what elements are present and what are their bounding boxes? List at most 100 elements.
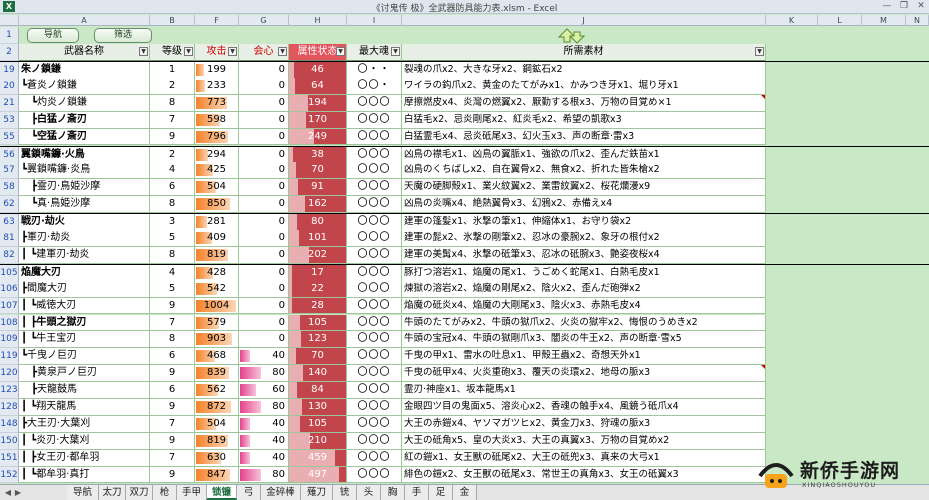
column-header-l[interactable]: L: [818, 15, 862, 26]
weapon-name-cell[interactable]: ┣天龍鼓馬: [19, 382, 150, 399]
weapon-name-cell[interactable]: ┗空猛ノ斎刃: [19, 128, 150, 146]
critical-cell[interactable]: 0: [239, 196, 289, 214]
attribute-cell[interactable]: 17: [289, 264, 347, 282]
level-cell[interactable]: 4: [150, 162, 195, 180]
level-cell[interactable]: 5: [150, 230, 195, 247]
level-cell[interactable]: 3: [150, 214, 195, 231]
tab-scroll-next-icon[interactable]: ▶: [13, 487, 23, 498]
materials-cell[interactable]: 牛頭のたてがみx2、牛頭の獄爪x2、火炎の獄牢x2、悔恨のうめきx2: [402, 314, 766, 332]
weapon-name-cell[interactable]: ┃ ┗翔天龍馬: [19, 399, 150, 416]
materials-cell[interactable]: ワイラの鈎爪x2、黄金のたてがみx1、かみつき牙x1、堀り牙x1: [402, 77, 766, 95]
attack-cell[interactable]: 819: [195, 246, 239, 264]
attack-cell[interactable]: 850: [195, 196, 239, 214]
materials-cell[interactable]: 千曳の砥甲x4、火炎重砲x3、覆天の炎環x2、地母の脈x3: [402, 365, 766, 383]
weapon-name-cell[interactable]: ┣黄泉戸ノ巨刃: [19, 365, 150, 383]
level-cell[interactable]: 2: [150, 146, 195, 164]
filter-dropdown-icon[interactable]: ▼: [139, 47, 148, 56]
weapon-name-cell[interactable]: ┃ ┗牛王宝刃: [19, 331, 150, 349]
filter-dropdown-icon[interactable]: ▼: [391, 47, 400, 56]
row-number[interactable]: 57: [0, 162, 19, 180]
row-number[interactable]: 152: [0, 466, 19, 484]
critical-cell[interactable]: 0: [239, 146, 289, 164]
sheet-tab[interactable]: 手甲: [177, 485, 207, 500]
weapon-name-cell[interactable]: ┃ ┣女王刃·都牟羽: [19, 449, 150, 467]
slots-cell[interactable]: 〇〇〇: [347, 314, 402, 332]
row-number[interactable]: 105: [0, 264, 19, 282]
materials-cell[interactable]: 建軍の篷髪x1、氷撃の筆x1、伸縮体x1、お守り袋x2: [402, 214, 766, 231]
slots-cell[interactable]: 〇〇〇: [347, 382, 402, 399]
weapon-name-cell[interactable]: ┃ ┗建軍刃·劫炎: [19, 246, 150, 264]
slots-cell[interactable]: 〇〇〇: [347, 146, 402, 164]
weapon-name-cell[interactable]: ┣白猛ノ斎刃: [19, 111, 150, 129]
attack-cell[interactable]: 598: [195, 111, 239, 129]
attribute-cell[interactable]: 70: [289, 348, 347, 366]
attribute-cell[interactable]: 64: [289, 77, 347, 95]
weapon-name-cell[interactable]: ┣閻魔大刃: [19, 280, 150, 298]
sheet-tab[interactable]: 铳: [333, 485, 357, 500]
materials-cell[interactable]: 摩擦燃皮x4、炎灣の燃翼x2、厭勤する根x3、万物の目覚め×1: [402, 94, 766, 112]
row-number[interactable]: 107: [0, 297, 19, 315]
row-number[interactable]: 1: [0, 27, 19, 44]
attack-cell[interactable]: 773: [195, 94, 239, 112]
slots-cell[interactable]: 〇〇〇: [347, 264, 402, 282]
column-header-n[interactable]: N: [906, 15, 929, 26]
slots-cell[interactable]: 〇〇〇: [347, 246, 402, 264]
slots-cell[interactable]: 〇〇〇: [347, 128, 402, 146]
column-header-j[interactable]: J: [402, 15, 766, 26]
slots-cell[interactable]: 〇〇〇: [347, 466, 402, 484]
close-button[interactable]: ✕: [914, 0, 928, 13]
critical-cell[interactable]: 0: [239, 128, 289, 146]
critical-cell[interactable]: 0: [239, 111, 289, 129]
column-header-h[interactable]: H: [289, 15, 347, 26]
weapon-name-cell[interactable]: ┗真·鳥姫沙摩: [19, 196, 150, 214]
materials-cell[interactable]: 豚打つ溶岩x1、焔魔の尾x1、うごめく蛇尾x1、白熱毛皮x1: [402, 264, 766, 282]
materials-cell[interactable]: 凶鳥の襟毛x1、凶鳥の翼脈x1、強欲の爪x2、歪んだ鉄苗x1: [402, 146, 766, 164]
level-cell[interactable]: 7: [150, 111, 195, 129]
materials-cell[interactable]: 白猛霊毛x4、忌炎砥尾x3、幻火玉x3、声の断章·雷x3: [402, 128, 766, 146]
critical-cell[interactable]: 0: [239, 62, 289, 79]
materials-cell[interactable]: 焔魔の砥炎x4、焔魔の大剛尾x3、陰火x3、赤熱毛皮x4: [402, 297, 766, 315]
critical-cell[interactable]: 40: [239, 415, 289, 433]
minimize-button[interactable]: —: [880, 0, 894, 13]
row-number[interactable]: 106: [0, 280, 19, 298]
attack-cell[interactable]: 409: [195, 230, 239, 247]
attribute-cell[interactable]: 22: [289, 280, 347, 298]
materials-cell[interactable]: 千曳の甲x1、雷水の吐息x1、甲殻王蟲x2、奇想天外x1: [402, 348, 766, 366]
row-number[interactable]: 2: [0, 44, 19, 61]
slots-cell[interactable]: 〇〇〇: [347, 432, 402, 450]
weapon-name-cell[interactable]: ┣軍刃·劫炎: [19, 230, 150, 247]
slots-cell[interactable]: 〇〇〇: [347, 179, 402, 197]
weapon-name-cell[interactable]: 戦刃·劫火: [19, 214, 150, 231]
filter-dropdown-icon[interactable]: ▼: [755, 47, 764, 56]
sheet-tab[interactable]: 双刀: [126, 485, 153, 500]
row-number[interactable]: 81: [0, 230, 19, 247]
level-cell[interactable]: 9: [150, 128, 195, 146]
weapon-name-cell[interactable]: 焔魔大刃: [19, 264, 150, 282]
sheet-tab[interactable]: 足: [429, 485, 453, 500]
attack-cell[interactable]: 233: [195, 77, 239, 95]
materials-cell[interactable]: 金眼四ツ目の鬼面x5、溶炎心x2、香魂の触手x4、風鏡う砥爪x4: [402, 399, 766, 416]
critical-cell[interactable]: 0: [239, 94, 289, 112]
header-level[interactable]: 等级 ▼: [150, 44, 195, 61]
header-weapon-name[interactable]: 武器名称 ▼: [19, 44, 150, 61]
filter-dropdown-icon[interactable]: ▼: [278, 47, 287, 56]
critical-cell[interactable]: 0: [239, 297, 289, 315]
level-cell[interactable]: 2: [150, 77, 195, 95]
filter-dropdown-icon[interactable]: ▼: [336, 47, 345, 56]
row-number[interactable]: 55: [0, 128, 19, 146]
column-header-i[interactable]: I: [347, 15, 402, 26]
attack-cell[interactable]: 847: [195, 466, 239, 484]
materials-cell[interactable]: 緋色の鎧x2、女王獸の砥尾x3、常世王の真角x3、女王の砥翼x3: [402, 466, 766, 484]
level-cell[interactable]: 9: [150, 399, 195, 416]
materials-cell[interactable]: 霊刃·神座x1、坂本龍馬x1: [402, 382, 766, 399]
critical-cell[interactable]: 0: [239, 77, 289, 95]
attack-cell[interactable]: 281: [195, 214, 239, 231]
materials-cell[interactable]: 建軍の髭x2、氷撃の剛筆x2、忍冰の豪腕x2、象牙の根付x2: [402, 230, 766, 247]
materials-cell[interactable]: 凶鳥の炎嘴x4、絶熱翼骨x3、幻鴉x2、赤備えx4: [402, 196, 766, 214]
weapon-name-cell[interactable]: ┃ ┗都牟羽·真打: [19, 466, 150, 484]
attribute-cell[interactable]: 170: [289, 111, 347, 129]
materials-cell[interactable]: 煉獄の溶岩x2、焔魔の剛尾x2、陰火x2、歪んだ砲弾x2: [402, 280, 766, 298]
slots-cell[interactable]: 〇〇〇: [347, 297, 402, 315]
row-number[interactable]: 53: [0, 111, 19, 129]
weapon-name-cell[interactable]: 翼鎖嘴鐮·火鳥: [19, 146, 150, 164]
